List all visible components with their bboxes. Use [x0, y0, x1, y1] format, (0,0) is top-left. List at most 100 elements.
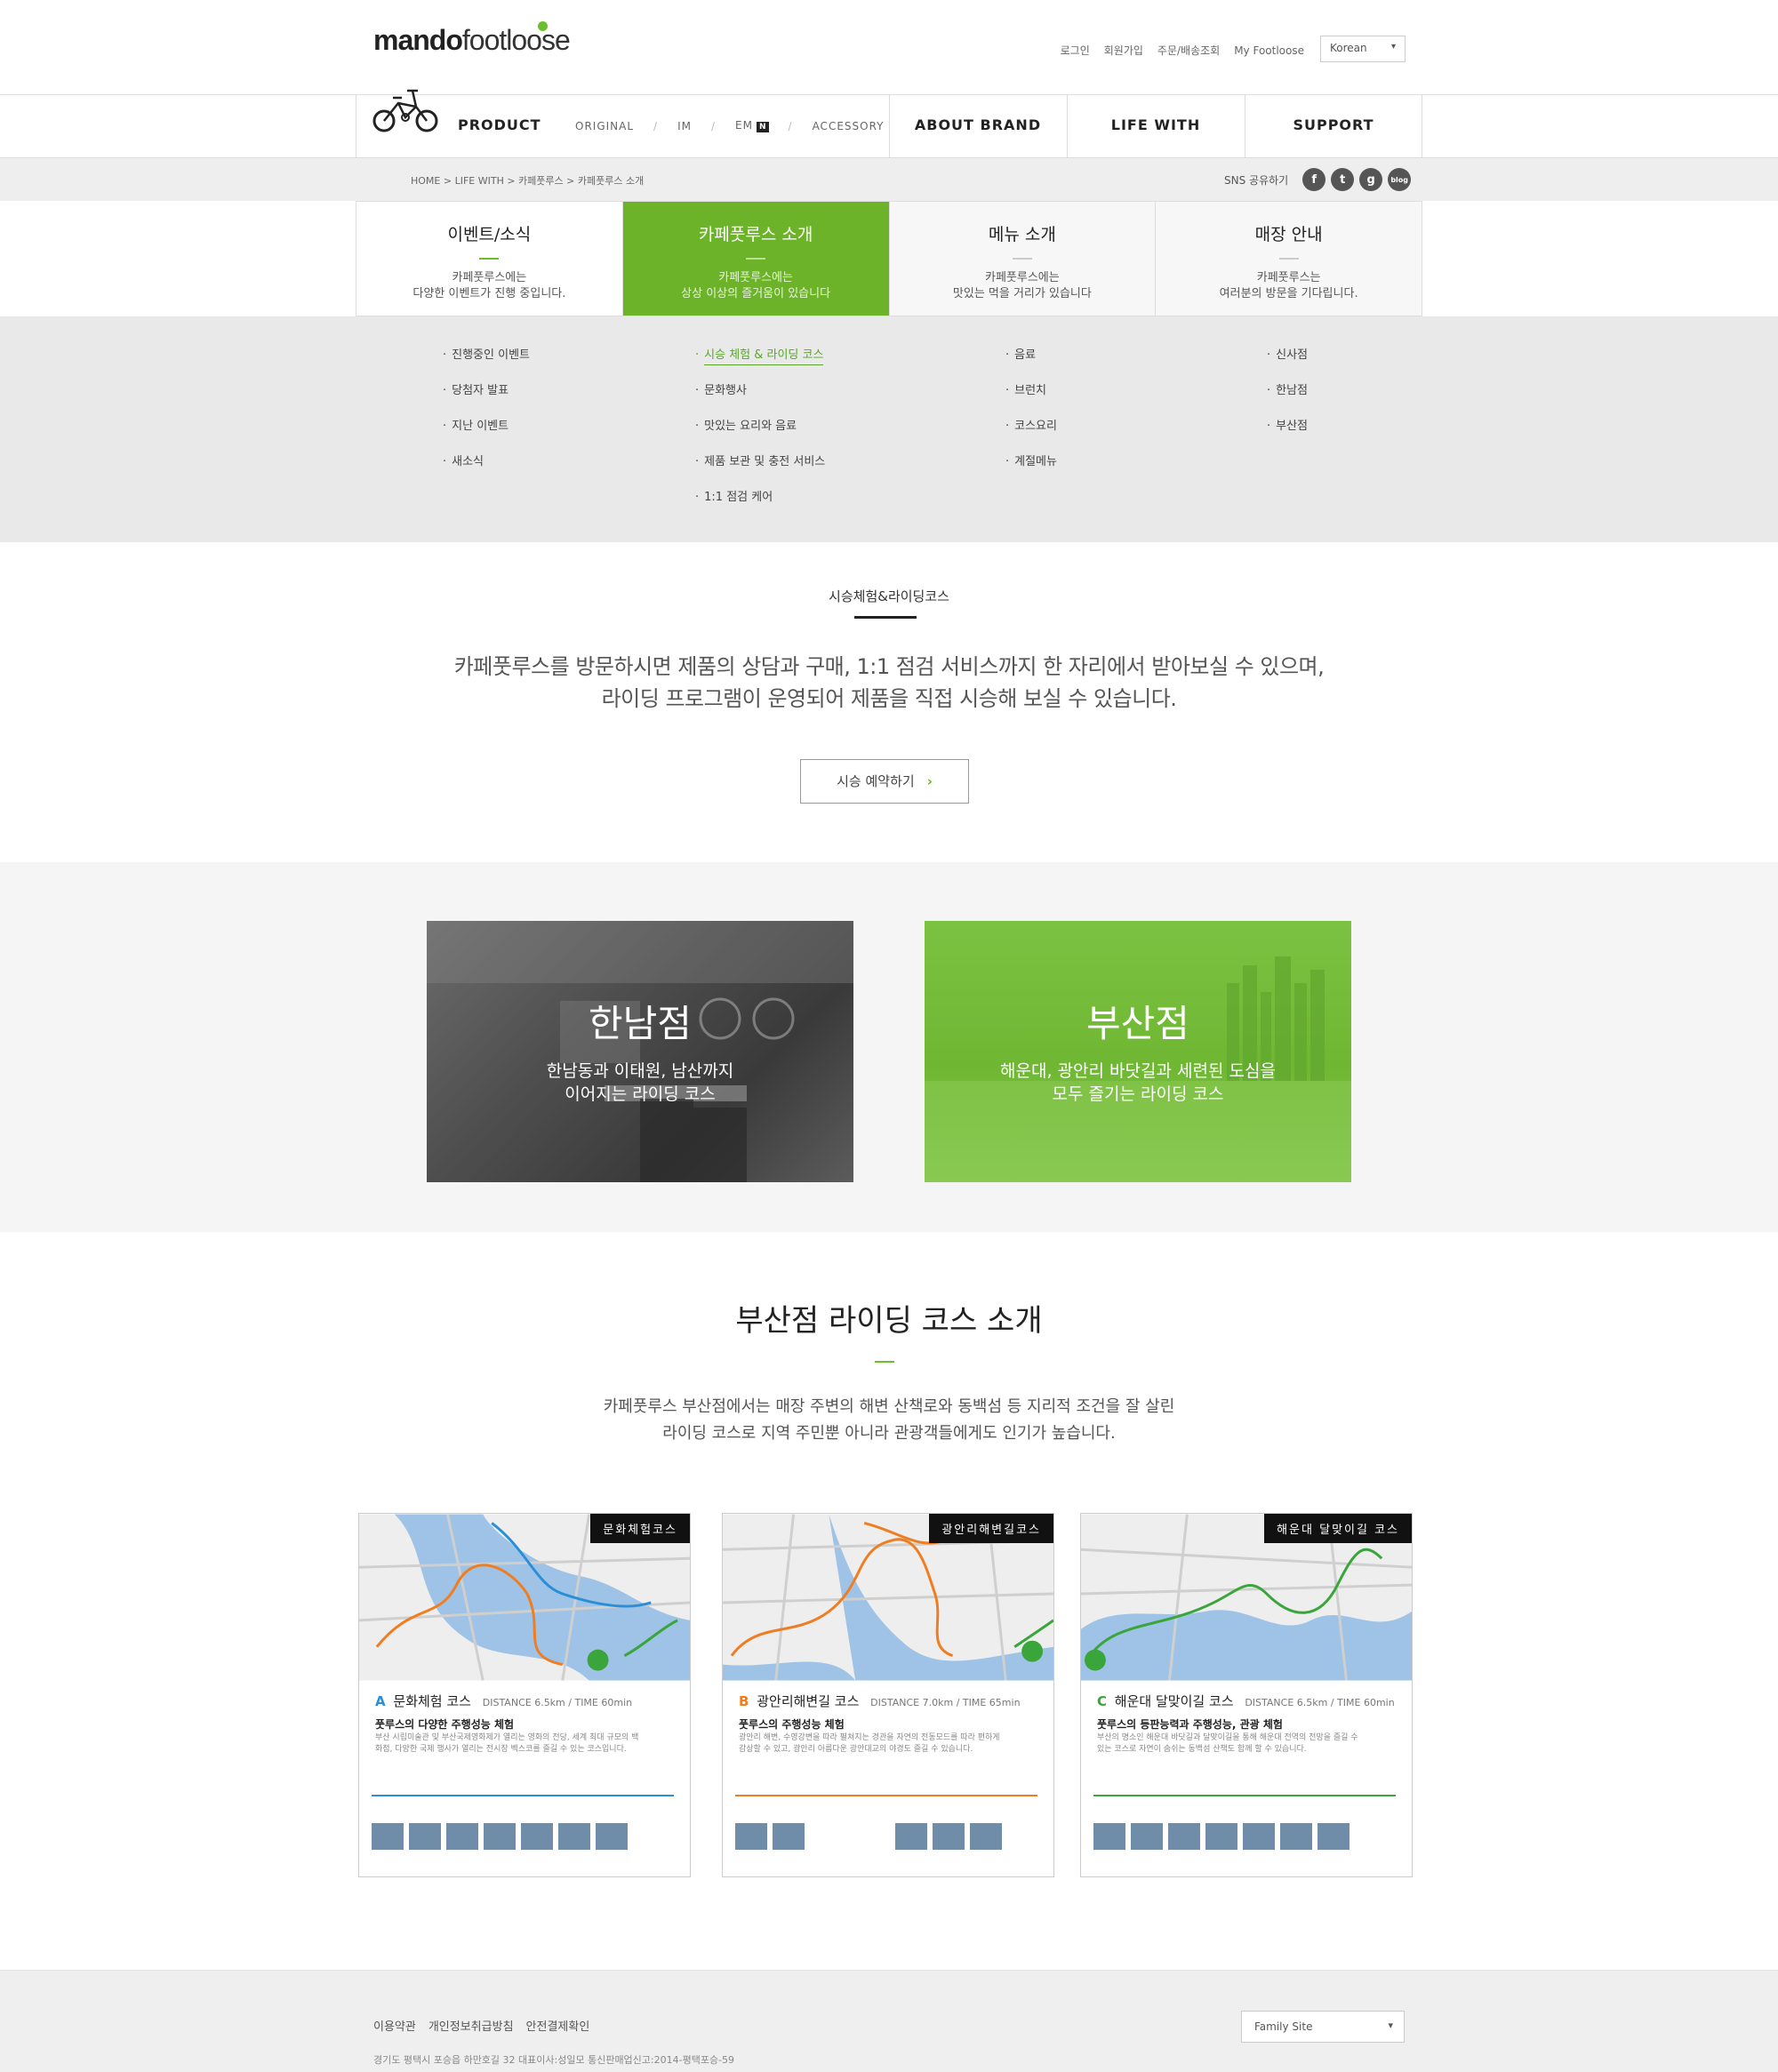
course-desc-line-2: 라이딩 코스로 지역 주민뿐 아니라 관광객들에게도 인기가 높습니다.: [662, 1424, 1116, 1443]
tab-desc: 카페풋루스에는: [452, 271, 527, 284]
terms-link[interactable]: 이용약관: [373, 2017, 416, 2034]
course-meta: DISTANCE 7.0km / TIME 65min: [870, 1697, 1021, 1708]
join-link[interactable]: 회원가입: [1104, 43, 1143, 58]
course-tag: 해운대 달맞이길 코스: [1264, 1514, 1412, 1543]
course-subtitle: 풋루스의 주행성능 체험: [739, 1718, 845, 1731]
twitter-icon[interactable]: t: [1331, 168, 1355, 191]
title-underline: [854, 616, 917, 619]
tab-menu[interactable]: 메뉴 소개 카페풋루스에는 맛있는 먹을 거리가 있습니다: [889, 202, 1157, 316]
nav-em-label: EM: [735, 119, 753, 132]
family-site-label: Family Site: [1254, 2020, 1313, 2033]
course-card-title: C 해운대 달맞이길 코스 DISTANCE 6.5km / TIME 60mi…: [1097, 1692, 1395, 1710]
submenu-item[interactable]: 1:1 점검 케어: [695, 487, 825, 523]
submenu-item[interactable]: 음료: [1005, 345, 1057, 380]
tab-title: 매장 안내: [1254, 225, 1323, 244]
course-name: 광안리해변길 코스: [757, 1693, 860, 1709]
blog-icon[interactable]: blog: [1388, 168, 1412, 191]
section-tabs: 이벤트/소식 카페풋루스에는 다양한 이벤트가 진행 중입니다. 카페풋루스 소…: [356, 201, 1422, 316]
intro-line-2: 라이딩 프로그램이 운영되어 제품을 직접 시승해 보실 수 있습니다.: [601, 686, 1177, 711]
logo-name-text: footloose: [461, 24, 571, 56]
course-card-a[interactable]: 문화체험코스 A 문화체험 코스 DISTANCE 6.5km / TIME 6…: [358, 1513, 691, 1877]
tab-desc: 카페풋루스에는: [985, 271, 1060, 284]
course-timeline: [735, 1795, 1037, 1796]
nav-support[interactable]: SUPPORT: [1245, 116, 1422, 133]
course-meta: DISTANCE 6.5km / TIME 60min: [1245, 1697, 1395, 1708]
nav-em[interactable]: EM N: [735, 119, 769, 132]
tab-desc: 다양한 이벤트가 진행 중입니다.: [412, 287, 566, 300]
my-footloose-link[interactable]: My Footloose: [1234, 44, 1304, 57]
submenu-item[interactable]: 진행중인 이벤트: [443, 345, 530, 380]
submenu-item[interactable]: 신사점: [1267, 345, 1308, 380]
course-card-b[interactable]: 광안리해변길코스 B 광안리해변길 코스 DISTANCE 7.0km / TI…: [722, 1513, 1054, 1877]
submenu-item[interactable]: 계절메뉴: [1005, 452, 1057, 487]
hannam-desc-line: 한남동과 이태원, 남산까지: [546, 1061, 734, 1081]
order-tracking-link[interactable]: 주문/배송조회: [1157, 43, 1220, 58]
thumbnail: [484, 1823, 516, 1850]
facebook-icon[interactable]: f: [1302, 168, 1326, 191]
thumbnail: [409, 1823, 441, 1850]
busan-title: 부산점: [1086, 1002, 1189, 1045]
thumbnail: [735, 1823, 767, 1850]
nav-im[interactable]: IM: [677, 120, 692, 132]
course-card-title: B 광안리해변길 코스 DISTANCE 7.0km / TIME 65min: [739, 1692, 1021, 1710]
privacy-link[interactable]: 개인정보취급방침: [428, 2017, 514, 2034]
tab-cafe-intro[interactable]: 카페풋루스 소개 카페풋루스에는 상상 이상의 즐거움이 있습니다: [622, 202, 890, 316]
tab-title: 메뉴 소개: [988, 225, 1056, 244]
submenu-item[interactable]: 한남점: [1267, 380, 1308, 416]
submenu-events: 진행중인 이벤트 당첨자 발표 지난 이벤트 새소식: [443, 345, 530, 487]
course-letter: C: [1097, 1693, 1108, 1709]
location-bar: HOME > LIFE WITH > 카페풋루스 > 카페풋루스 소개 SNS …: [0, 158, 1778, 201]
tab-underline: [479, 258, 500, 260]
course-thumbnails: [735, 1823, 1002, 1850]
tab-stores[interactable]: 매장 안내 카페풋루스는 여러분의 방문을 기다립니다.: [1156, 202, 1422, 316]
product-subnav: ORIGINAL / IM / EM N / ACCESSORY: [575, 119, 884, 132]
chevron-right-icon: ›: [926, 773, 933, 789]
thumbnail: [446, 1823, 478, 1850]
reserve-button-label: 시승 예약하기: [837, 773, 915, 789]
hannam-title: 한남점: [589, 1002, 692, 1045]
sns-share: SNS 공유하기 f t g blog: [1224, 168, 1412, 191]
nav-product[interactable]: PRODUCT: [458, 116, 541, 133]
branch-banners: 한남점 한남동과 이태원, 남산까지 이어지는 라이딩 코스 부산점 해운대, …: [0, 862, 1778, 1232]
nav-life-with[interactable]: LIFE WITH: [1067, 116, 1245, 133]
submenu-item[interactable]: 문화행사: [695, 380, 825, 416]
submenu-item[interactable]: 제품 보관 및 충전 서비스: [695, 452, 825, 487]
course-card-c[interactable]: 해운대 달맞이길 코스 C 해운대 달맞이길 코스 DISTANCE 6.5km…: [1080, 1513, 1413, 1877]
submenu-item[interactable]: 맛있는 요리와 음료: [695, 416, 825, 452]
submenu-item[interactable]: 새소식: [443, 452, 530, 487]
submenu-menu: 음료 브런치 코스요리 계절메뉴: [1005, 345, 1057, 487]
busan-photo: [925, 956, 1351, 1182]
test-ride-reserve-button[interactable]: 시승 예약하기 ›: [800, 759, 969, 804]
submenu-item[interactable]: 당첨자 발표: [443, 380, 530, 416]
tab-events[interactable]: 이벤트/소식 카페풋루스에는 다양한 이벤트가 진행 중입니다.: [356, 202, 623, 316]
busan-branch-banner[interactable]: 부산점 해운대, 광안리 바닷길과 세련된 도심을 모두 즐기는 라이딩 코스: [925, 921, 1351, 1182]
hannam-photo: [427, 921, 853, 1182]
login-link[interactable]: 로그인: [1061, 43, 1090, 58]
tab-underline: [1012, 258, 1032, 260]
hannam-branch-banner[interactable]: 한남점 한남동과 이태원, 남산까지 이어지는 라이딩 코스: [427, 921, 853, 1182]
submenu-item[interactable]: 부산점: [1267, 416, 1308, 452]
github-icon[interactable]: g: [1359, 168, 1383, 191]
footer-links: 이용약관 개인정보취급방침 안전결제확인: [373, 2017, 589, 2034]
nav-separator: /: [653, 119, 659, 132]
course-description: 부산 시립미술관 및 부산국제영화제가 열리는 영화의 전당, 세계 최대 규모…: [375, 1733, 639, 1754]
submenu-item[interactable]: 코스요리: [1005, 416, 1057, 452]
section-title: 시승체험&라이딩코스: [829, 588, 949, 604]
submenu-item-active[interactable]: 시승 체험 & 라이딩 코스: [695, 345, 825, 380]
family-site-select[interactable]: Family Site ▾: [1241, 2011, 1405, 2043]
footer: 이용약관 개인정보취급방침 안전결제확인 Family Site ▾ 경기도 평…: [0, 1970, 1778, 2072]
secure-payment-link[interactable]: 안전결제확인: [526, 2017, 590, 2034]
course-description: 광안리 해변, 수영강변을 따라 펼쳐지는 경관을 자연의 전동모드를 따라 편…: [739, 1733, 1000, 1754]
thumbnail: [558, 1823, 590, 1850]
tab-underline: [746, 258, 766, 260]
thumbnail: [372, 1823, 404, 1850]
nav-original[interactable]: ORIGINAL: [575, 120, 634, 132]
nav-about-brand[interactable]: ABOUT BRAND: [889, 116, 1067, 133]
submenu-item[interactable]: 브런치: [1005, 380, 1057, 416]
submenu-item[interactable]: 지난 이벤트: [443, 416, 530, 452]
language-select[interactable]: Korean ▾: [1320, 36, 1406, 62]
nav-accessory[interactable]: ACCESSORY: [813, 120, 885, 132]
chevron-down-icon: ▾: [1388, 2020, 1393, 2031]
bicycle-icon: [372, 89, 438, 132]
tab-underline: [1278, 258, 1299, 260]
